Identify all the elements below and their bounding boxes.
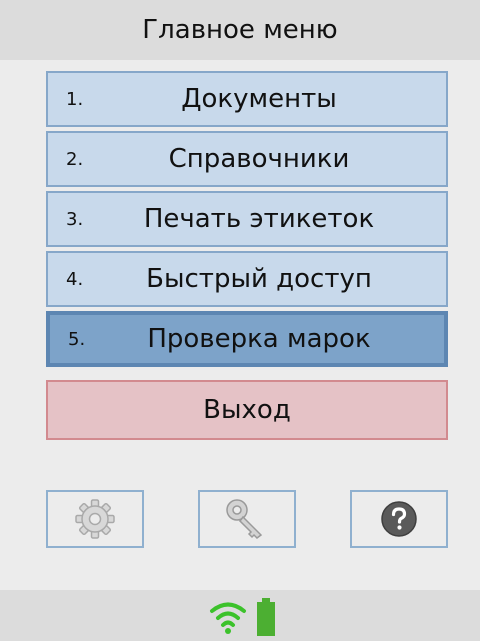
- title-bar: Главное меню: [0, 0, 480, 60]
- wifi-icon: [210, 602, 246, 634]
- menu-item-number: 1.: [66, 88, 84, 110]
- menu-item-label: Справочники: [168, 144, 350, 174]
- menu-item-check-marks[interactable]: 5. Проверка марок: [46, 311, 448, 367]
- menu-item-number: 2.: [66, 148, 84, 170]
- menu-item-print-labels[interactable]: 3. Печать этикеток: [46, 191, 448, 247]
- key-button[interactable]: [198, 490, 296, 548]
- menu-item-number: 3.: [66, 208, 84, 230]
- battery-icon: [257, 598, 275, 636]
- gear-icon: [75, 499, 115, 539]
- menu-item-label: Быстрый доступ: [146, 264, 372, 294]
- menu-item-quick-access[interactable]: 4. Быстрый доступ: [46, 251, 448, 307]
- help-button[interactable]: [350, 490, 448, 548]
- menu-item-label: Документы: [181, 84, 337, 114]
- menu-item-number: 4.: [66, 268, 84, 290]
- menu-item-documents[interactable]: 1. Документы: [46, 71, 448, 127]
- page-title: Главное меню: [142, 15, 338, 45]
- help-icon: [381, 501, 417, 537]
- key-icon: [226, 499, 263, 539]
- exit-button[interactable]: Выход: [46, 380, 448, 440]
- settings-button[interactable]: [46, 490, 144, 548]
- menu-item-label: Печать этикеток: [143, 204, 375, 234]
- menu-item-label: Проверка марок: [147, 324, 371, 354]
- exit-button-label: Выход: [203, 395, 291, 425]
- status-bar: [0, 590, 480, 641]
- main-menu: 1. Документы 2. Справочники 3. Печать эт…: [46, 71, 448, 371]
- menu-item-directories[interactable]: 2. Справочники: [46, 131, 448, 187]
- menu-item-number: 5.: [68, 328, 86, 350]
